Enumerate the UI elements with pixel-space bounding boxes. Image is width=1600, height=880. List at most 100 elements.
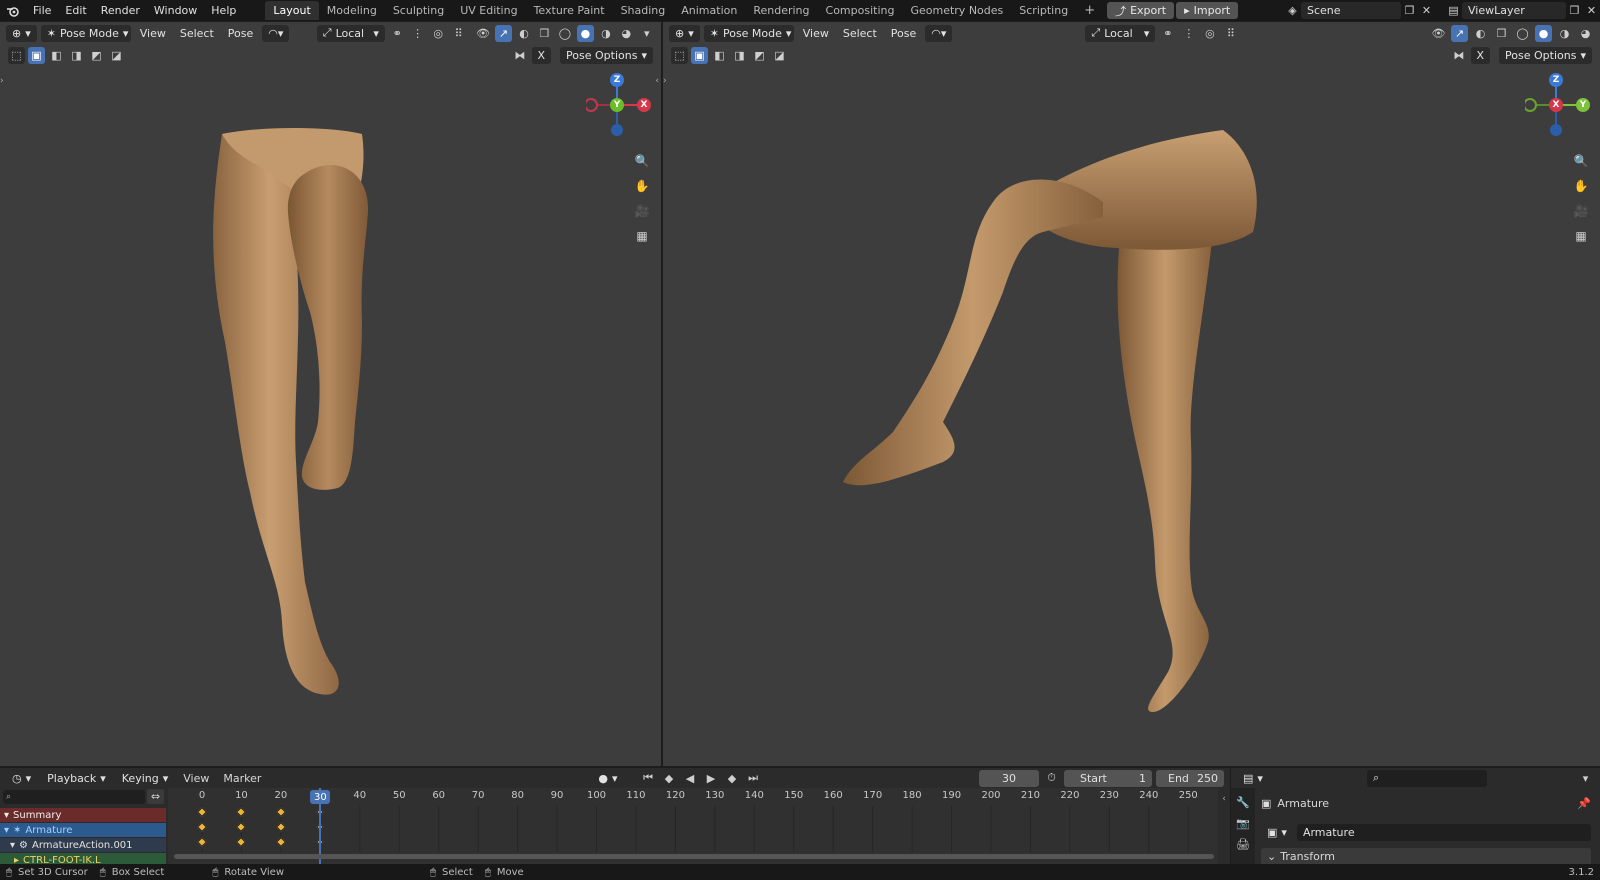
play-icon[interactable]: ▶ <box>703 770 720 787</box>
overlay-icon[interactable]: ◐ <box>1472 25 1489 42</box>
solid-shading-icon[interactable]: ● <box>577 24 594 42</box>
mirror-icon[interactable]: ⧓ <box>512 47 529 64</box>
tab-geometry-nodes[interactable]: Geometry Nodes <box>902 1 1011 20</box>
tab-compositing[interactable]: Compositing <box>818 1 903 20</box>
tab-rendering[interactable]: Rendering <box>745 1 817 20</box>
material-shading-icon[interactable]: ◑ <box>1556 25 1573 42</box>
xray-icon[interactable]: ❒ <box>1493 25 1510 42</box>
timeline-editor[interactable]: ◷ ▾ Playback ▾ Keying ▾ View Marker ● ▾ ⏮ ◆ … <box>0 768 1230 864</box>
channel-ctrl-foot[interactable]: ▸ CTRL-FOOT-IK.L <box>0 853 166 864</box>
pivot-icon[interactable]: ⚭ <box>1159 25 1176 42</box>
tab-sculpting[interactable]: Sculpting <box>385 1 452 20</box>
output-tab-icon[interactable]: 🖨 <box>1235 836 1252 853</box>
new-scene-icon[interactable]: ❐ <box>1401 2 1418 19</box>
scene-field[interactable]: Scene <box>1301 2 1401 19</box>
menu-pose-right[interactable]: Pose <box>886 27 921 40</box>
channel-summary[interactable]: ▾ Summary <box>0 808 166 822</box>
select-tool-icon[interactable]: ⬚ <box>8 46 25 64</box>
menu-select-right[interactable]: Select <box>838 27 882 40</box>
mode-dropdown[interactable]: ✶ Pose Mode ▾ <box>40 24 131 42</box>
playback-dropdown[interactable]: Playback ▾ <box>41 769 112 787</box>
rendered-shading-icon[interactable]: ◕ <box>618 25 634 42</box>
orientation-dropdown[interactable]: ⤢ Local ▾ <box>316 24 385 42</box>
tab-layout[interactable]: Layout <box>265 1 319 20</box>
jump-prev-key-icon[interactable]: ◆ <box>661 770 678 787</box>
start-frame-field[interactable]: Start 1 <box>1064 769 1152 787</box>
select-new-icon[interactable]: ▣ <box>691 46 708 64</box>
select-subtract-icon[interactable]: ◨ <box>68 47 85 64</box>
new-view-layer-icon[interactable]: ❐ <box>1566 2 1583 19</box>
jump-start-icon[interactable]: ⏮ <box>640 770 657 787</box>
properties-editor[interactable]: ▤ ▾ ⌕ ▾ 🔧 📷 🖨 ▣ Armature 📌 ▣ ▾ Armature ⌄ … <box>1231 768 1600 864</box>
proportional-icon[interactable]: ◎ <box>1201 25 1218 42</box>
editor-type-dropdown-right[interactable]: ⊕ ▾ <box>669 24 700 42</box>
xray-icon[interactable]: ❒ <box>536 25 552 42</box>
gizmo-toggle-icon[interactable]: ↗ <box>495 24 512 42</box>
current-frame-field[interactable]: 30 <box>979 769 1039 787</box>
timeline-menu-marker[interactable]: Marker <box>218 772 266 785</box>
menu-render[interactable]: Render <box>94 4 147 17</box>
mirror-x-toggle[interactable]: X <box>531 46 552 64</box>
pivot-icon[interactable]: ⚭ <box>389 25 405 42</box>
properties-search[interactable]: ⌕ <box>1366 769 1487 787</box>
toolbar-expand-icon[interactable]: › <box>663 76 667 86</box>
select-extend-icon[interactable]: ◧ <box>48 47 65 64</box>
select-subtract-icon[interactable]: ◨ <box>731 47 748 64</box>
tab-shading[interactable]: Shading <box>613 1 674 20</box>
solid-shading-icon[interactable]: ● <box>1535 24 1552 42</box>
navigation-gizmo-right[interactable]: Z Y X <box>1525 72 1595 142</box>
select-invert-icon[interactable]: ◩ <box>751 47 768 64</box>
transform-panel-header[interactable]: ⌄ Transform <box>1261 848 1591 864</box>
menu-pose[interactable]: Pose <box>223 27 258 40</box>
viewport-right[interactable]: ⊕ ▾ ✶ Pose Mode ▾ View Select Pose ◠▾ ⤢ Loca… <box>663 22 1600 766</box>
dopesheet-area[interactable]: 0 10 20 30 40 50 60 70 80 90 100 110 120 130 140 150 160… <box>168 788 1218 864</box>
mirror-icon[interactable]: ⧓ <box>1451 47 1468 64</box>
end-frame-field[interactable]: End 250 <box>1156 769 1224 787</box>
export-button[interactable]: ⤴ Export <box>1107 2 1175 19</box>
select-new-icon[interactable]: ▣ <box>28 46 45 64</box>
import-button[interactable]: ▸ Import <box>1176 2 1239 19</box>
swap-channels-icon[interactable]: ⇔ <box>147 789 164 804</box>
menu-window[interactable]: Window <box>147 4 204 17</box>
close-view-layer-icon[interactable]: ✕ <box>1583 2 1600 19</box>
tab-modeling[interactable]: Modeling <box>319 1 385 20</box>
pose-options-dropdown-right[interactable]: Pose Options ▾ <box>1499 46 1592 64</box>
menu-view[interactable]: View <box>135 27 171 40</box>
render-tab-icon[interactable]: 📷 <box>1235 815 1252 832</box>
data-name-field[interactable]: Armature <box>1296 823 1591 841</box>
close-scene-icon[interactable]: ✕ <box>1418 2 1435 19</box>
gizmo-y-axis[interactable]: Y <box>610 98 624 112</box>
add-workspace-button[interactable]: + <box>1076 0 1103 21</box>
timeline-scrollbar[interactable] <box>174 854 1214 859</box>
properties-options-icon[interactable]: ▾ <box>1577 770 1594 787</box>
shading-options-icon[interactable]: ▾ <box>639 25 655 42</box>
wireframe-shading-icon[interactable]: ◯ <box>557 25 573 42</box>
blender-logo-icon[interactable] <box>0 5 26 17</box>
pin-icon[interactable]: 📌 <box>1577 797 1591 810</box>
material-shading-icon[interactable]: ◑ <box>598 25 614 42</box>
select-tool-icon[interactable]: ⬚ <box>671 46 688 64</box>
tab-texture-paint[interactable]: Texture Paint <box>526 1 613 20</box>
keying-menu-dropdown[interactable]: Keying ▾ <box>115 769 175 787</box>
menu-file[interactable]: File <box>26 4 58 17</box>
jump-end-icon[interactable]: ⏭ <box>745 770 762 787</box>
stopwatch-icon[interactable]: ⏱ <box>1043 770 1060 787</box>
visibility-icon[interactable]: 👁 <box>475 25 491 42</box>
channel-action[interactable]: ▾ ⚙ ArmatureAction.001 <box>0 838 166 852</box>
gizmo-x-axis[interactable]: X <box>1549 98 1563 112</box>
tool-tab-icon[interactable]: 🔧 <box>1235 794 1252 811</box>
select-invert-icon[interactable]: ◩ <box>88 47 105 64</box>
pan-hand-icon[interactable]: ✋ <box>1571 176 1591 196</box>
auto-keying-button[interactable]: ● ▾ <box>592 769 624 787</box>
rendered-shading-icon[interactable]: ◕ <box>1577 25 1594 42</box>
proportional-icon[interactable]: ◎ <box>430 25 446 42</box>
gizmo-toggle-icon[interactable]: ↗ <box>1451 24 1468 42</box>
properties-editor-type-dropdown[interactable]: ▤ ▾ <box>1237 769 1269 787</box>
timeline-menu-view[interactable]: View <box>178 772 214 785</box>
viewport-left[interactable]: ⊕ ▾ ✶ Pose Mode ▾ View Select Pose ◠▾ ⤢ Loca… <box>0 22 661 766</box>
menu-select[interactable]: Select <box>175 27 219 40</box>
pan-hand-icon[interactable]: ✋ <box>632 176 652 196</box>
select-intersect-icon[interactable]: ◪ <box>771 47 788 64</box>
keying-dropdown[interactable]: ◠▾ <box>262 24 290 42</box>
orientation-dropdown-right[interactable]: ⤢ Local ▾ <box>1085 24 1156 42</box>
